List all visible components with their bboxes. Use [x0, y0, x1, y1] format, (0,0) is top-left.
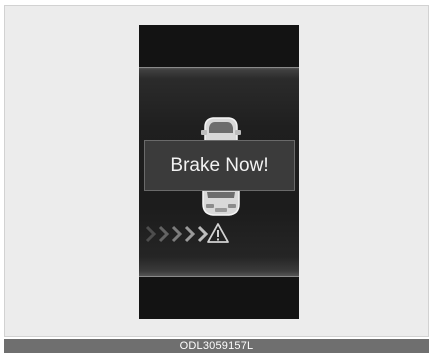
figure-code-caption: ODL3059157L [4, 339, 429, 353]
warning-triangle-icon [207, 223, 229, 243]
chevrons-right-icon [145, 225, 209, 243]
car-front-icon [202, 189, 240, 216]
brake-alert-message: Brake Now! [144, 140, 295, 191]
